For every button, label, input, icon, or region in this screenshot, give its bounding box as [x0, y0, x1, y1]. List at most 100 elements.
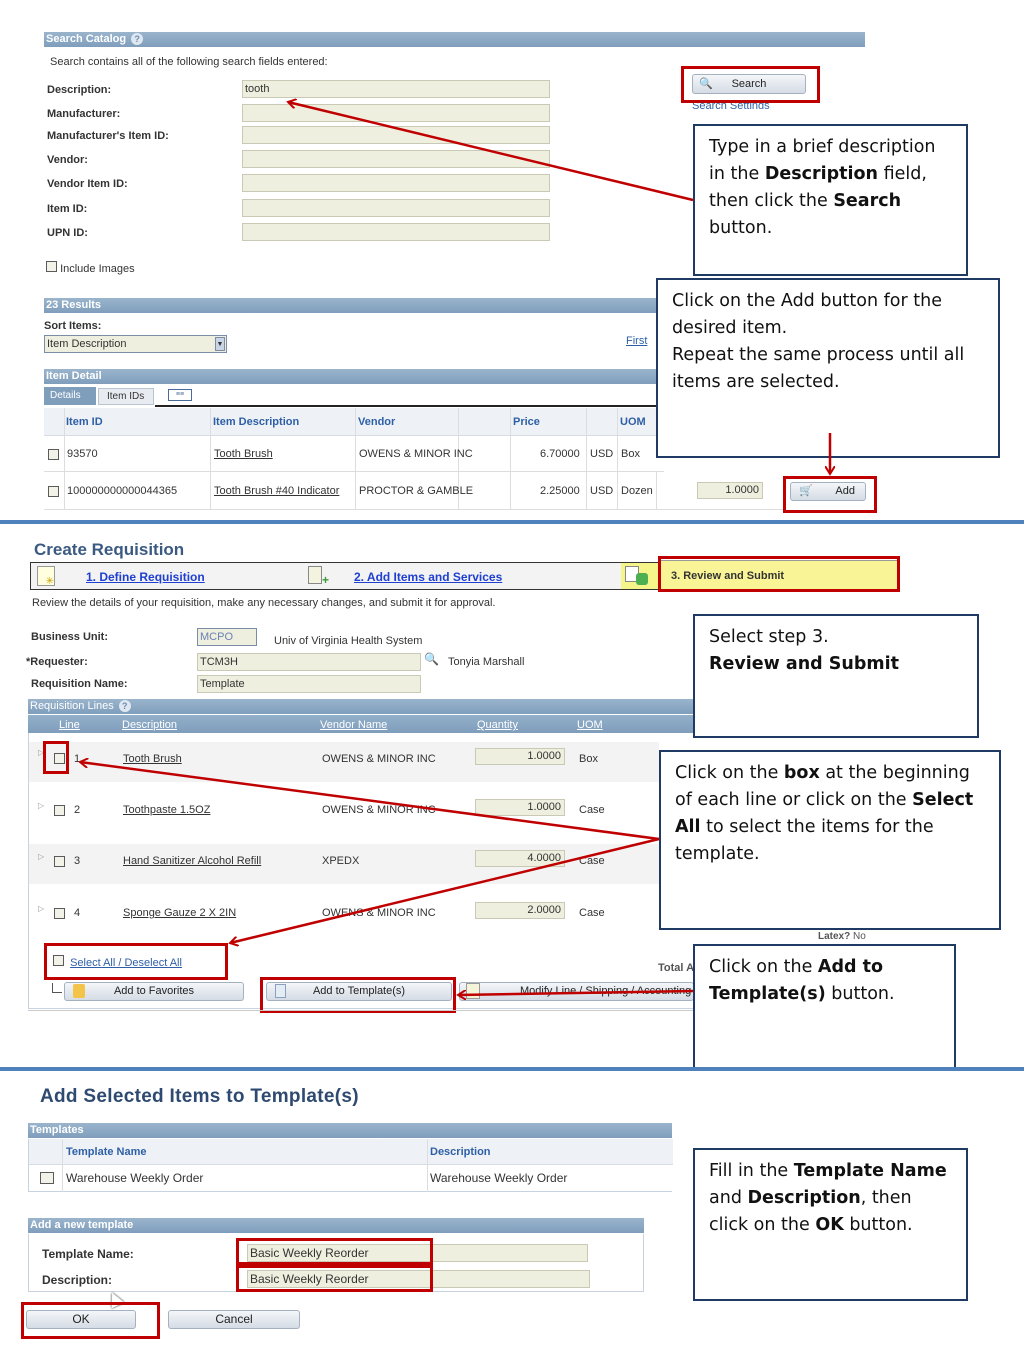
line-description[interactable]: Sponge Gauze 2 X 2IN [123, 907, 236, 919]
expand-icon[interactable]: ▷ [38, 801, 44, 810]
line-description[interactable]: Tooth Brush [123, 753, 182, 765]
item-detail-title: Item Detail [46, 370, 102, 382]
col-template-name: Template Name [66, 1146, 147, 1158]
col-vendor-name[interactable]: Vendor Name [320, 719, 387, 731]
section-divider [0, 520, 1024, 524]
first-page-link[interactable]: First [626, 335, 647, 347]
expand-icon[interactable]: ▷ [38, 904, 44, 913]
modify-icon [466, 983, 480, 999]
line-quantity-input[interactable]: 1.0000 [475, 748, 565, 765]
row-item-description[interactable]: Tooth Brush #40 Indicator [214, 485, 339, 497]
requester-input[interactable]: TCM3H [197, 653, 421, 671]
mfr-item-id-input[interactable] [242, 126, 550, 144]
modify-line-button[interactable]: Modify Line / Shipping / Accounting [459, 982, 694, 1001]
tab-item-ids-label: Item IDs [107, 391, 145, 402]
lines-column-header-row: Line Description Vendor Name Quantity UO… [28, 715, 694, 733]
requisition-name-input[interactable]: Template [197, 675, 421, 693]
item-id-label: Item ID: [47, 203, 88, 215]
highlight-select-all [44, 943, 228, 980]
tab-item-ids[interactable]: Item IDs [98, 388, 154, 405]
template-row-checkbox[interactable] [40, 1172, 54, 1184]
vendor-item-id-label: Vendor Item ID: [47, 178, 128, 190]
expand-icon[interactable]: ▷ [38, 852, 44, 861]
help-icon[interactable]: ? [131, 33, 144, 45]
callout-add-instructions: Click on the Add button for the desired … [656, 278, 1000, 458]
line-quantity-input[interactable]: 1.0000 [475, 799, 565, 816]
instructions-text: Review the details of your requisition, … [32, 597, 496, 609]
business-unit-input[interactable]: MCPO [197, 628, 257, 646]
search-catalog-title: Search Catalog [46, 33, 127, 45]
manufacturer-input[interactable] [242, 104, 550, 122]
new-template-header: Add a new template [28, 1218, 644, 1233]
callout-text: button. [709, 218, 773, 238]
line-checkbox[interactable] [54, 908, 65, 919]
step-2-link[interactable]: 2. Add Items and Services [354, 570, 502, 584]
row-quantity-input[interactable]: 1.0000 [697, 482, 763, 499]
row-checkbox[interactable] [48, 486, 59, 497]
line-quantity-input[interactable]: 2.0000 [475, 902, 565, 919]
add-to-favorites-button[interactable]: Add to Favorites [64, 982, 244, 1001]
sort-items-select[interactable]: Item Description ▼ [44, 335, 227, 353]
callout-text: Click on the Add button for the desired … [672, 291, 942, 338]
callout-bold: Review and Submit [709, 654, 899, 674]
description-label: Description: [47, 84, 112, 96]
callout-bold: Search [833, 191, 902, 211]
requester-name: Tonyia Marshall [448, 656, 525, 668]
sort-value: Item Description [47, 338, 127, 350]
requester-lookup-icon[interactable]: 🔍 [424, 652, 439, 666]
item-detail-header: Item Detail [44, 369, 656, 384]
col-quantity[interactable]: Quantity [477, 719, 518, 731]
define-requisition-icon: ✳ [37, 566, 55, 587]
results-header: 23 Results [44, 298, 656, 313]
row-item-description[interactable]: Tooth Brush [214, 448, 273, 460]
review-submit-icon [621, 563, 659, 589]
requisition-line: ▷ 1 Tooth Brush OWENS & MINOR INC 1.0000… [29, 742, 659, 782]
step-1-link[interactable]: 1. Define Requisition [86, 570, 205, 584]
line-checkbox[interactable] [54, 805, 65, 816]
requisition-line: ▷ 4 Sponge Gauze 2 X 2IN OWENS & MINOR I… [29, 896, 659, 936]
callout-text: button. [843, 1215, 913, 1235]
line-quantity-input[interactable]: 4.0000 [475, 850, 565, 867]
vendor-item-id-input[interactable] [242, 174, 550, 192]
cancel-button-label: Cancel [215, 1312, 253, 1326]
callout-text: Click on the [675, 763, 784, 783]
tab-details[interactable]: Details [44, 387, 96, 405]
tab-underline [155, 405, 656, 407]
col-uom[interactable]: UOM [577, 719, 603, 731]
column-divider [427, 1139, 428, 1192]
vendor-label: Vendor: [47, 154, 88, 166]
line-checkbox[interactable] [54, 856, 65, 867]
line-description[interactable]: Toothpaste 1.5OZ [123, 804, 210, 816]
include-images-checkbox[interactable]: Include Images [46, 261, 135, 275]
row-checkbox[interactable] [48, 449, 59, 460]
chevron-down-icon[interactable]: ▼ [215, 337, 225, 351]
latex-indicator: Latex? No [818, 931, 866, 942]
cancel-button[interactable]: Cancel [168, 1310, 300, 1329]
requester-label: *Requester: [26, 656, 88, 668]
table-header-row [44, 408, 664, 436]
checkbox[interactable] [46, 261, 57, 272]
row-currency: USD [590, 485, 614, 497]
step-bar: ✳ 1. Define Requisition + 2. Add Items a… [30, 562, 659, 590]
description-input[interactable]: tooth [242, 80, 550, 98]
col-line[interactable]: Line [59, 719, 80, 731]
total-amount-label: Total A [658, 962, 695, 974]
search-subtitle: Search contains all of the following sea… [50, 56, 328, 68]
line-uom: Case [579, 804, 605, 816]
include-images-label: Include Images [60, 263, 135, 275]
line-description[interactable]: Hand Sanitizer Alcohol Refill [123, 855, 261, 867]
highlight-step-3 [658, 556, 900, 592]
line-uom: Case [579, 855, 605, 867]
highlight-template-description [236, 1265, 433, 1292]
line-number: 3 [74, 855, 81, 867]
col-description[interactable]: Description [122, 719, 177, 731]
vendor-input[interactable] [242, 150, 550, 168]
help-icon[interactable]: ? [118, 700, 131, 712]
item-id-input[interactable] [242, 199, 550, 217]
show-all-columns-icon[interactable]: ≡≡ [168, 389, 192, 401]
upn-id-input[interactable] [242, 223, 550, 241]
callout-text: Fill in the [709, 1161, 794, 1181]
add-items-icon [308, 566, 322, 584]
row-vendor: PROCTOR & GAMBLE [359, 485, 474, 497]
callout-text: Click on the [709, 957, 818, 977]
